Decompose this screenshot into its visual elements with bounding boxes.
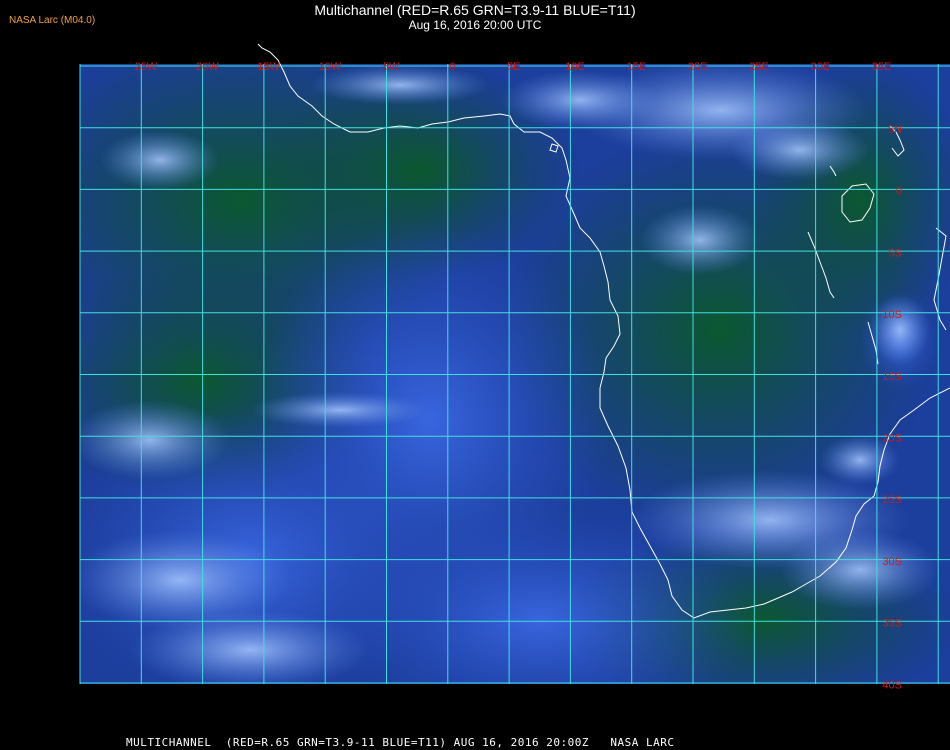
longitude-label: 5W: [383, 61, 400, 73]
longitude-label: 10E: [565, 61, 585, 73]
latitude-label: 10S: [882, 309, 902, 321]
latitude-label: 30S: [882, 556, 902, 568]
longitude-label: 20E: [688, 61, 708, 73]
latitude-label: 20S: [882, 433, 902, 445]
longitude-label: 20W: [196, 61, 219, 73]
latitude-label: 5N: [888, 124, 902, 136]
image-margin: [80, 684, 950, 726]
longitude-label: 25W: [135, 61, 158, 73]
latitude-label: 35S: [882, 618, 902, 630]
longitude-label: 25E: [749, 61, 769, 73]
longitude-label: 5E: [507, 61, 520, 73]
latitude-label: 0: [896, 186, 902, 198]
longitude-label: 30E: [811, 61, 831, 73]
latitude-label: 15S: [882, 371, 902, 383]
satellite-imagery: [80, 64, 950, 726]
longitude-label: 15E: [627, 61, 647, 73]
footer-caption: MULTICHANNEL (RED=R.65 GRN=T3.9-11 BLUE=…: [126, 736, 675, 749]
longitude-label: 0: [449, 61, 455, 73]
latitude-label: 5S: [889, 247, 902, 259]
longitude-label: 15W: [257, 61, 280, 73]
satellite-map: 25W 20W 15W 10W 5W 0 5E 10E 15E 20E 25E 30E 35E 5N 0 5…: [79, 43, 950, 726]
longitude-label: 35E: [872, 61, 892, 73]
latitude-label: 40S: [882, 679, 902, 691]
longitude-label: 10W: [319, 61, 342, 73]
latitude-label: 25S: [882, 494, 902, 506]
